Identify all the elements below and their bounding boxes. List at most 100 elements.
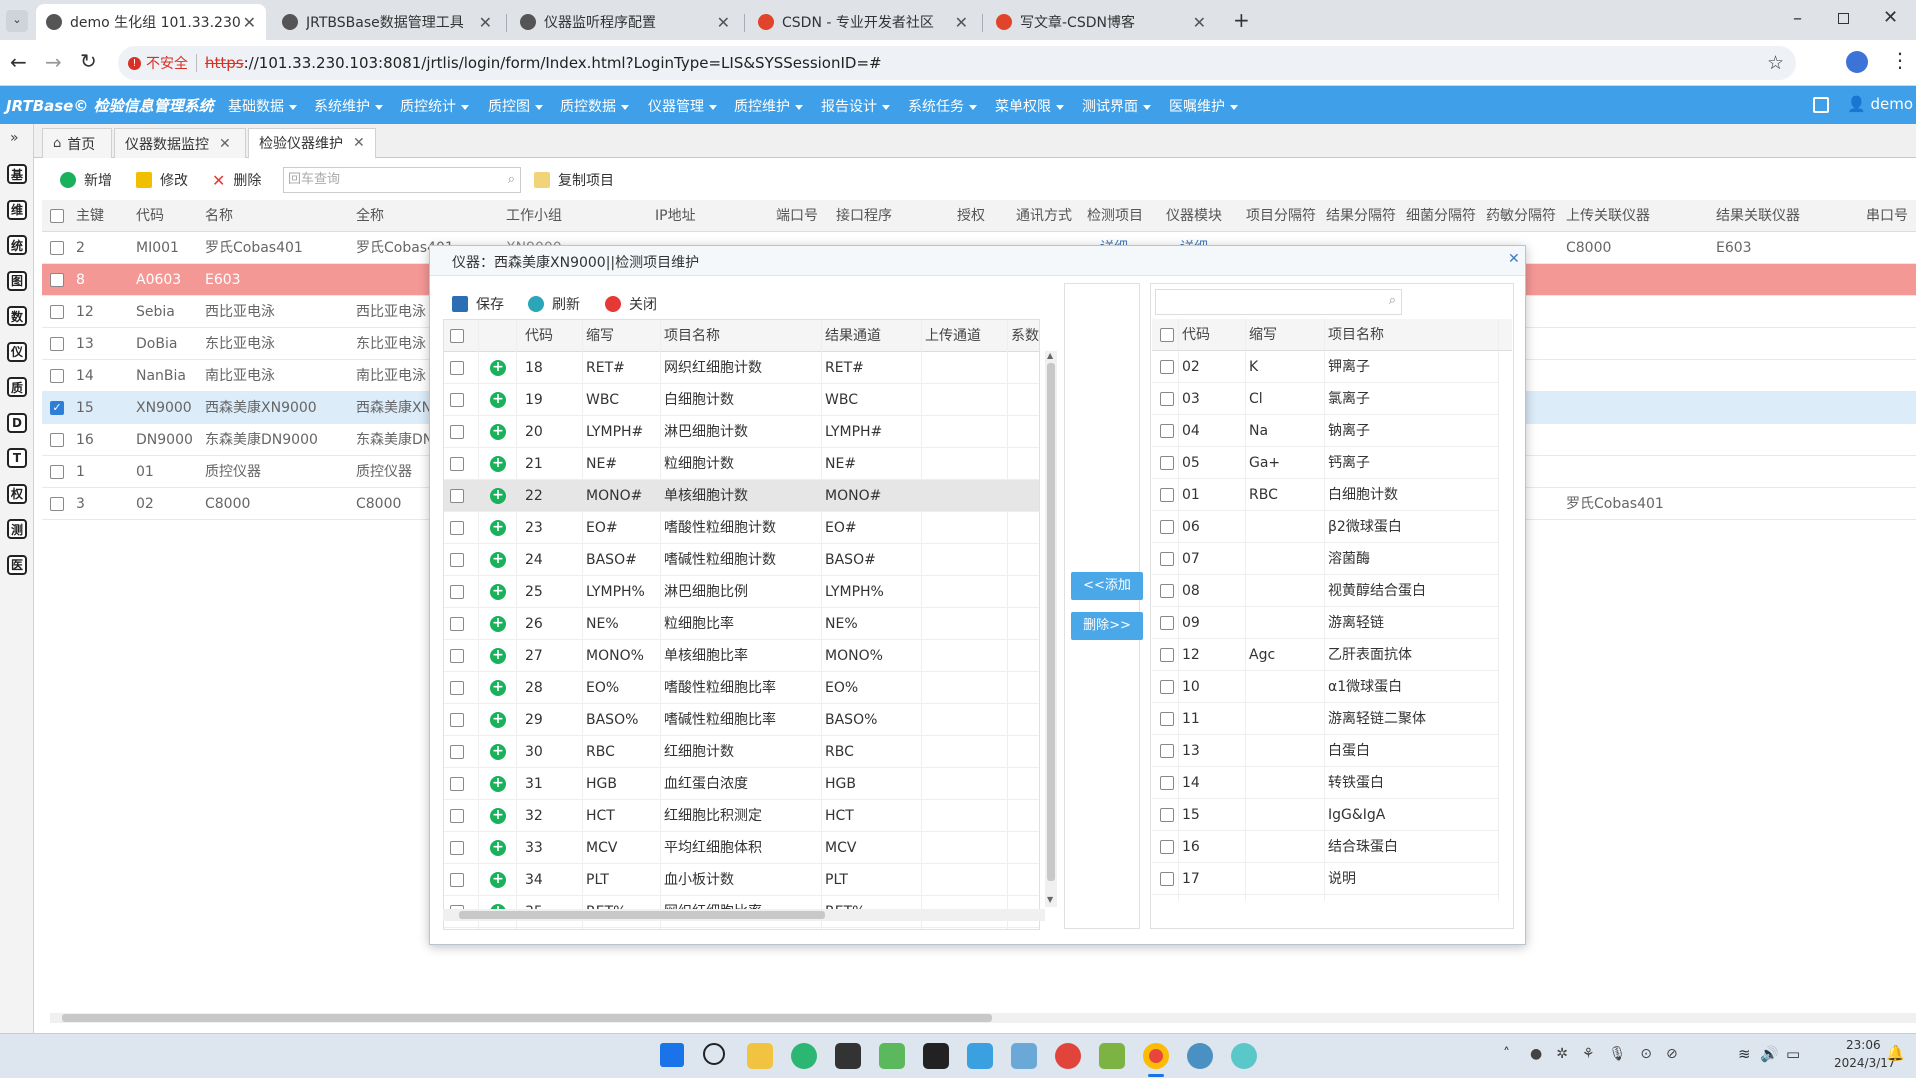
edge-icon[interactable]: [791, 1043, 817, 1069]
add-row-icon[interactable]: +: [490, 712, 506, 728]
add-row-icon[interactable]: +: [490, 456, 506, 472]
column-header[interactable]: 端口号: [776, 200, 832, 232]
rail-icon-6[interactable]: 仪: [7, 341, 27, 362]
add-row-icon[interactable]: +: [490, 584, 506, 600]
menu-10[interactable]: 菜单权限: [995, 96, 1064, 116]
reload-icon[interactable]: ↻: [80, 49, 97, 73]
menu-6[interactable]: 仪器管理: [648, 96, 717, 116]
app-icon-5[interactable]: [1231, 1043, 1257, 1069]
dialog-close-icon[interactable]: ✕: [1508, 251, 1520, 267]
left-column-header[interactable]: 系数: [1011, 320, 1039, 352]
start-icon[interactable]: [660, 1043, 684, 1067]
column-header[interactable]: IP地址: [655, 200, 772, 232]
app-icon-1[interactable]: [967, 1043, 993, 1069]
save-button[interactable]: 保存: [452, 294, 504, 314]
url-field[interactable]: ! 不安全 https ://101.33.230.103:8081/jrtli…: [118, 46, 1796, 80]
column-header[interactable]: 主键: [76, 200, 132, 232]
left-grid-hscroll[interactable]: [443, 909, 1045, 921]
add-row-icon[interactable]: +: [490, 744, 506, 760]
select-all-checkbox[interactable]: [50, 209, 64, 223]
menu-1[interactable]: 基础数据: [228, 96, 297, 116]
rail-icon-4[interactable]: 图: [7, 270, 27, 291]
right-column-header[interactable]: 缩写: [1249, 319, 1309, 351]
notepad-icon[interactable]: [879, 1043, 905, 1069]
row-checkbox[interactable]: [50, 337, 64, 351]
app-icon-3[interactable]: [1055, 1043, 1081, 1069]
remove-from-instrument-button[interactable]: 删除>>: [1071, 612, 1143, 640]
row-checkbox[interactable]: [450, 489, 464, 503]
row-checkbox[interactable]: [1160, 584, 1174, 598]
right-search-input[interactable]: ⌕: [1155, 289, 1402, 315]
add-row-icon[interactable]: +: [490, 616, 506, 632]
left-scroll-down[interactable]: ▼: [1047, 895, 1053, 904]
add-row-icon[interactable]: +: [490, 392, 506, 408]
column-header[interactable]: 名称: [205, 200, 352, 232]
row-checkbox[interactable]: [50, 273, 64, 287]
row-checkbox[interactable]: [450, 521, 464, 535]
row-checkbox[interactable]: ✓: [50, 401, 64, 415]
file-explorer-icon[interactable]: [747, 1043, 773, 1069]
close-page-tab-icon[interactable]: ✕: [353, 135, 365, 151]
row-checkbox[interactable]: [450, 553, 464, 567]
restore-icon[interactable]: [1838, 13, 1849, 24]
refresh-button[interactable]: 刷新: [528, 294, 580, 314]
rail-icon-1[interactable]: 基: [7, 164, 27, 184]
browser-tab[interactable]: CSDN - 专业开发者社区 ✕: [748, 4, 978, 40]
rail-icon-8[interactable]: D: [7, 412, 27, 433]
bookmark-star-icon[interactable]: ☆: [1767, 52, 1784, 74]
close-button[interactable]: 关闭: [605, 294, 657, 314]
column-header[interactable]: 项目分隔符: [1246, 200, 1322, 232]
column-header[interactable]: 接口程序: [836, 200, 953, 232]
row-checkbox[interactable]: [1160, 424, 1174, 438]
wifi-icon[interactable]: ≋: [1738, 1045, 1751, 1063]
left-column-header[interactable]: 缩写: [586, 320, 660, 352]
rail-icon-3[interactable]: 统: [7, 235, 27, 255]
row-checkbox[interactable]: [450, 777, 464, 791]
row-checkbox[interactable]: [450, 393, 464, 407]
row-checkbox[interactable]: [50, 497, 64, 511]
rail-icon-12[interactable]: 医: [7, 554, 27, 575]
edit-button[interactable]: 修改: [136, 170, 188, 190]
rail-icon-11[interactable]: 测: [7, 519, 27, 539]
profile-icon[interactable]: [1846, 51, 1868, 73]
row-checkbox[interactable]: [50, 241, 64, 255]
terminal-icon[interactable]: [923, 1043, 949, 1069]
column-header[interactable]: 细菌分隔符: [1406, 200, 1482, 232]
column-header[interactable]: 串口号: [1866, 200, 1912, 232]
page-tab[interactable]: ⌂ 首页: [42, 128, 112, 158]
forward-icon[interactable]: →: [45, 50, 62, 74]
column-header[interactable]: 结果关联仪器: [1716, 200, 1862, 232]
grid-scrollbar[interactable]: [50, 1013, 1916, 1023]
add-row-icon[interactable]: +: [490, 360, 506, 376]
right-column-header[interactable]: 项目名称: [1328, 319, 1498, 351]
left-scroll-up[interactable]: ▲: [1047, 351, 1053, 360]
insecure-label[interactable]: 不安全: [146, 53, 188, 73]
minimize-icon[interactable]: –: [1793, 8, 1802, 29]
tab-search-icon[interactable]: ⌄: [6, 10, 28, 32]
menu-9[interactable]: 系统任务: [908, 96, 977, 116]
column-header[interactable]: 仪器模块: [1166, 200, 1242, 232]
chrome-icon[interactable]: [1143, 1043, 1169, 1069]
page-tab[interactable]: 仪器数据监控 ✕: [114, 128, 246, 158]
rail-icon-2[interactable]: 维: [7, 199, 27, 220]
close-tab-icon[interactable]: ✕: [955, 13, 968, 32]
browser-tab[interactable]: 仪器监听程序配置 ✕: [510, 4, 740, 40]
close-window-icon[interactable]: ✕: [1883, 7, 1898, 28]
row-checkbox[interactable]: [1160, 360, 1174, 374]
search-taskbar-icon[interactable]: [703, 1043, 725, 1065]
menu-7[interactable]: 质控维护: [734, 96, 803, 116]
row-checkbox[interactable]: [1160, 776, 1174, 790]
menu-2[interactable]: 系统维护: [314, 96, 383, 116]
app-icon-4[interactable]: [1099, 1043, 1125, 1069]
left-column-header[interactable]: 项目名称: [664, 320, 821, 352]
search-input[interactable]: 回车查询 ⌕: [283, 167, 521, 193]
row-checkbox[interactable]: [1160, 648, 1174, 662]
row-checkbox[interactable]: [1160, 712, 1174, 726]
row-checkbox[interactable]: [50, 465, 64, 479]
grid-apps-icon[interactable]: [1813, 97, 1829, 113]
row-checkbox[interactable]: [1160, 616, 1174, 630]
row-checkbox[interactable]: [1160, 488, 1174, 502]
right-column-header[interactable]: 代码: [1182, 319, 1242, 351]
expand-rail-icon[interactable]: »: [10, 130, 19, 146]
add-row-icon[interactable]: +: [490, 808, 506, 824]
